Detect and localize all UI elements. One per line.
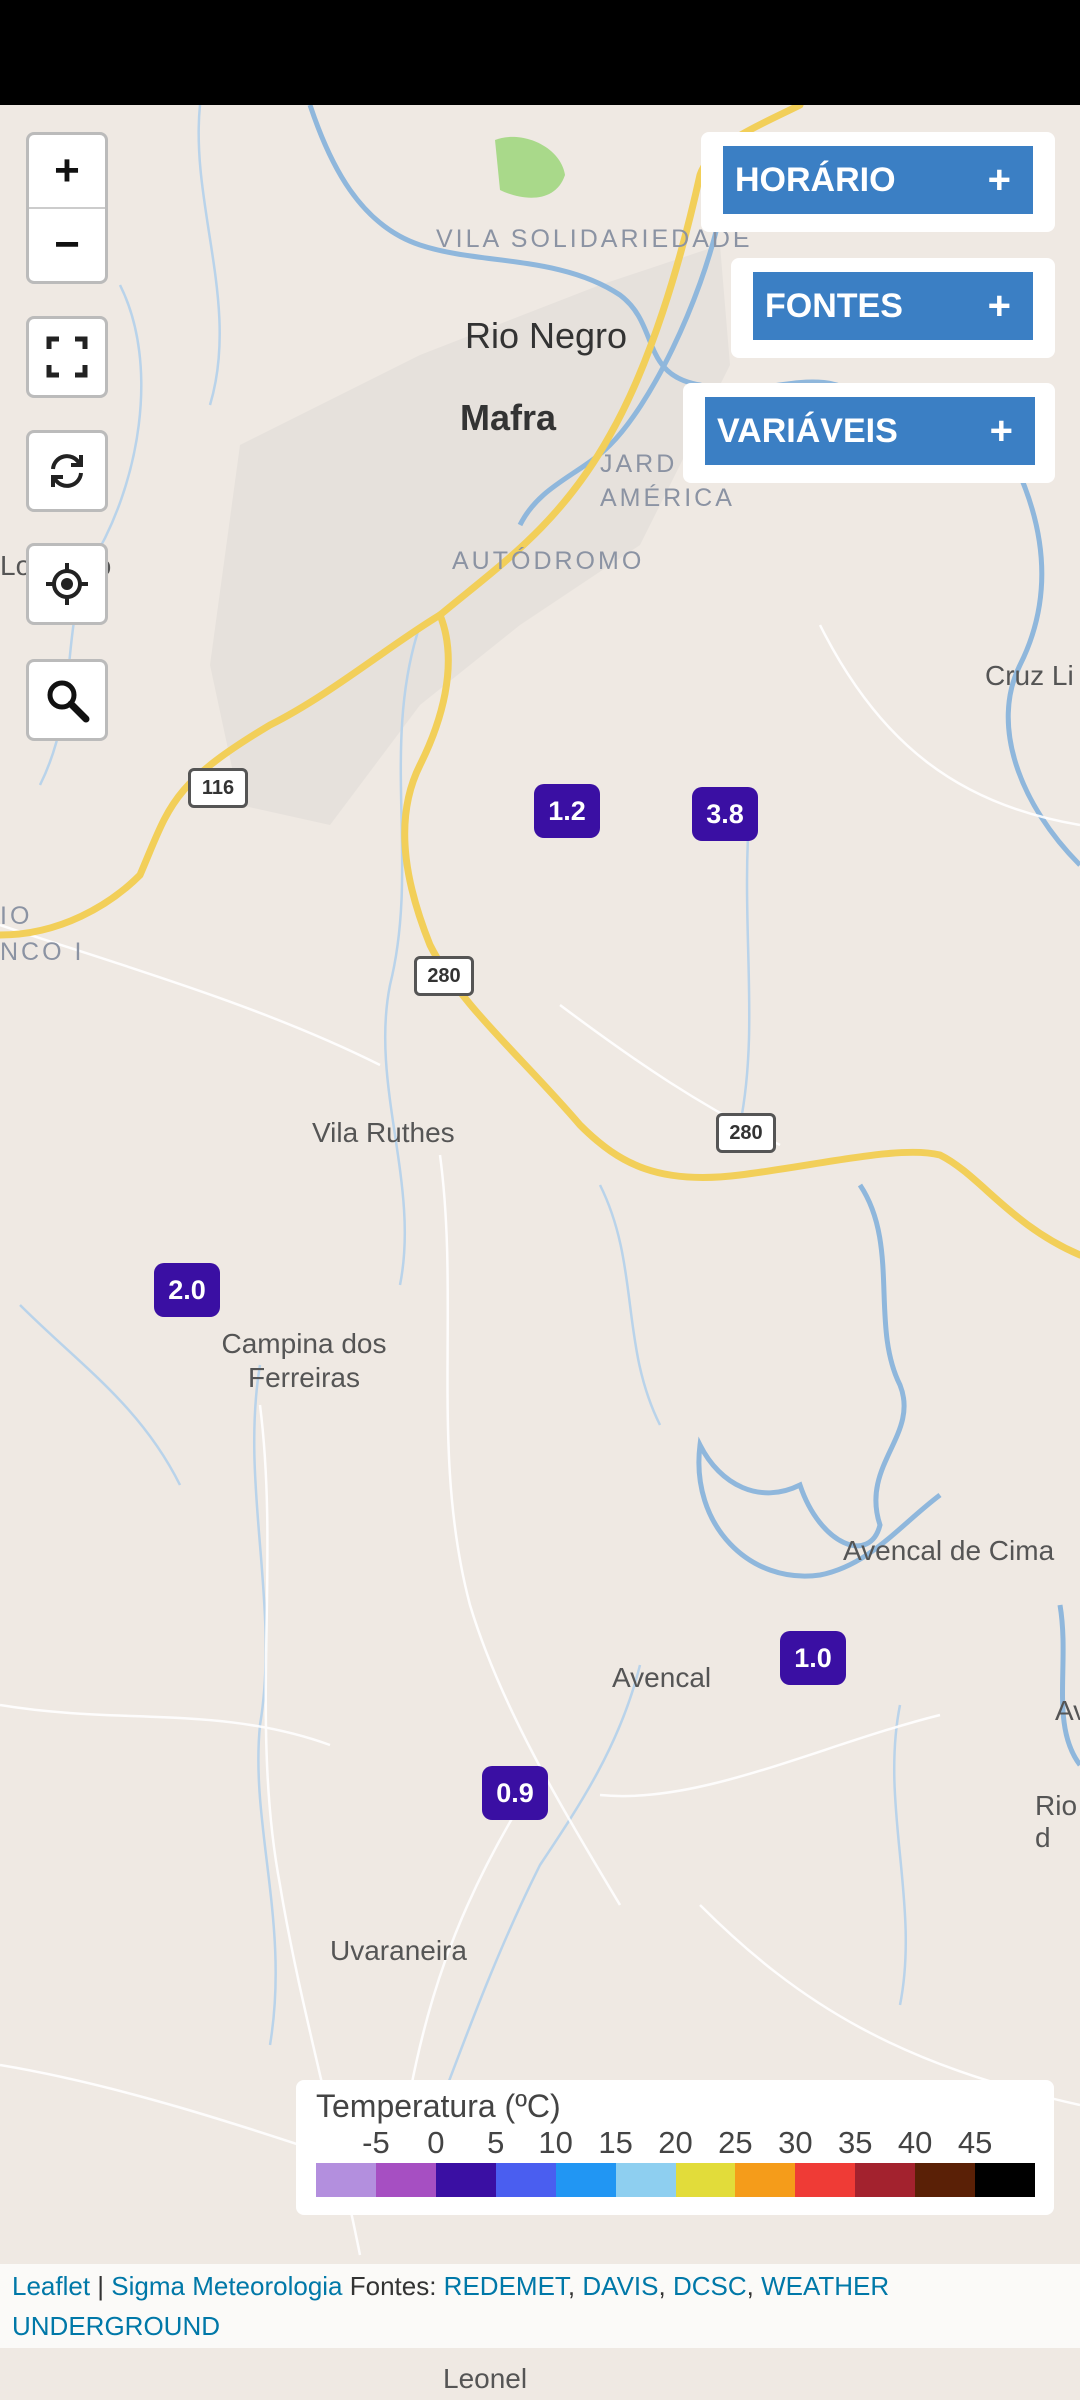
plus-icon: + [989,408,1013,453]
place-rio-d: Rio d [1035,1790,1078,1853]
legend-colorbar [316,2163,1036,2197]
legend-tick-label: 25 [718,2125,753,2160]
legend-swatch [316,2163,376,2197]
fontes-text: Fontes: [342,2271,444,2301]
temperature-marker[interactable]: 1.0 [780,1631,846,1685]
legend-swatch [615,2163,676,2197]
place-io: IO [0,902,33,930]
legend-swatch [975,2163,1036,2197]
temperature-legend: Temperatura (ºC) -5 0 5 10 15 20 25 30 35 40 45 [296,2080,1054,2215]
legend-tick-label: 10 [538,2125,573,2160]
legend-tick-label: 45 [957,2125,993,2160]
fullscreen-icon [29,319,105,395]
legend-title: Temperatura (ºC) [316,2088,561,2124]
fullscreen-button[interactable] [26,316,108,398]
legend-tick-label: 0 [427,2125,445,2160]
legend-swatch [735,2163,796,2197]
horario-label: HORÁRIO [735,160,896,199]
legend-swatch [435,2163,496,2197]
dcsc-link[interactable]: DCSC [673,2271,747,2301]
place-autodromo: AUTÓDROMO [452,547,645,575]
temperature-marker[interactable]: 1.2 [534,784,600,838]
crosshair-icon [29,546,105,622]
plus-icon: + [987,157,1011,202]
comma: , [658,2271,673,2301]
zoom-in-button[interactable]: + [29,135,105,209]
legend-tick-label: -5 [362,2125,390,2160]
leaflet-link[interactable]: Leaflet [12,2271,90,2301]
place-av: Av [1055,1695,1080,1726]
highway-shield-280: 280 [716,1113,776,1153]
search-icon [29,662,105,738]
place-cruz: Cruz Li [985,660,1074,691]
place-mafra: Mafra [460,397,557,438]
sigma-link[interactable]: Sigma Meteorologia [111,2271,342,2301]
legend-ticks: -5 0 5 10 15 20 25 30 35 40 45 [316,2125,1034,2163]
variaveis-button[interactable]: VARIÁVEIS + [705,397,1035,465]
legend-tick-label: 35 [838,2125,873,2160]
place-vila-ruthes: Vila Ruthes [312,1117,455,1148]
fontes-label: FONTES [765,286,903,325]
place-campina: Campina dos Ferreiras [221,1328,387,1393]
variaveis-panel: VARIÁVEIS + [683,383,1055,483]
legend-tick-label: 15 [598,2125,633,2160]
legend-swatch [855,2163,916,2197]
attribution-separator: | [90,2271,112,2301]
map[interactable]: VILA SOLIDARIEDADE Rio Negro Mafra JARD … [0,105,1080,2400]
legend-swatch [375,2163,436,2197]
legend-swatch [555,2163,616,2197]
legend-tick-label: 30 [778,2125,813,2160]
redemet-link[interactable]: REDEMET [444,2271,568,2301]
place-leonel: Leonel [443,2363,528,2394]
highway-shield-116: 116 [188,768,248,808]
place-uvaraneira: Uvaraneira [330,1935,467,1966]
place-avencal: Avencal [612,1662,712,1693]
horario-button[interactable]: HORÁRIO + [723,146,1033,214]
legend-swatch [795,2163,856,2197]
davis-link[interactable]: DAVIS [582,2271,658,2301]
refresh-icon [29,433,105,509]
legend-tick-label: 5 [487,2125,505,2160]
comma: , [746,2271,762,2301]
horario-panel: HORÁRIO + [701,132,1055,232]
legend-tick-label: 40 [897,2125,933,2160]
refresh-button[interactable] [26,430,108,512]
legend-tick-label: 20 [658,2125,693,2160]
fontes-panel: FONTES + [731,258,1055,358]
fontes-button[interactable]: FONTES + [753,272,1033,340]
legend-swatch [675,2163,736,2197]
attribution: Leaflet | Sigma Meteorologia Fontes: RED… [0,2264,1080,2348]
variaveis-label: VARIÁVEIS [717,411,898,450]
temperature-marker[interactable]: 3.8 [692,787,758,841]
place-rio-negro: Rio Negro [465,315,628,356]
highway-shield-280: 280 [414,956,474,996]
locate-button[interactable] [26,543,108,625]
comma: , [567,2271,583,2301]
temperature-marker[interactable]: 0.9 [482,1766,548,1820]
legend-swatch [495,2163,556,2197]
temperature-marker[interactable]: 2.0 [154,1263,220,1317]
zoom-out-button[interactable]: − [29,209,105,281]
zoom-control: + − [26,132,108,284]
search-button[interactable] [26,659,108,741]
status-bar [0,0,1080,105]
place-avencal-de-cima: Avencal de Cima [843,1535,1055,1566]
place-nco: NCO I [0,938,85,966]
plus-icon: + [987,283,1011,328]
legend-swatch [915,2163,976,2197]
